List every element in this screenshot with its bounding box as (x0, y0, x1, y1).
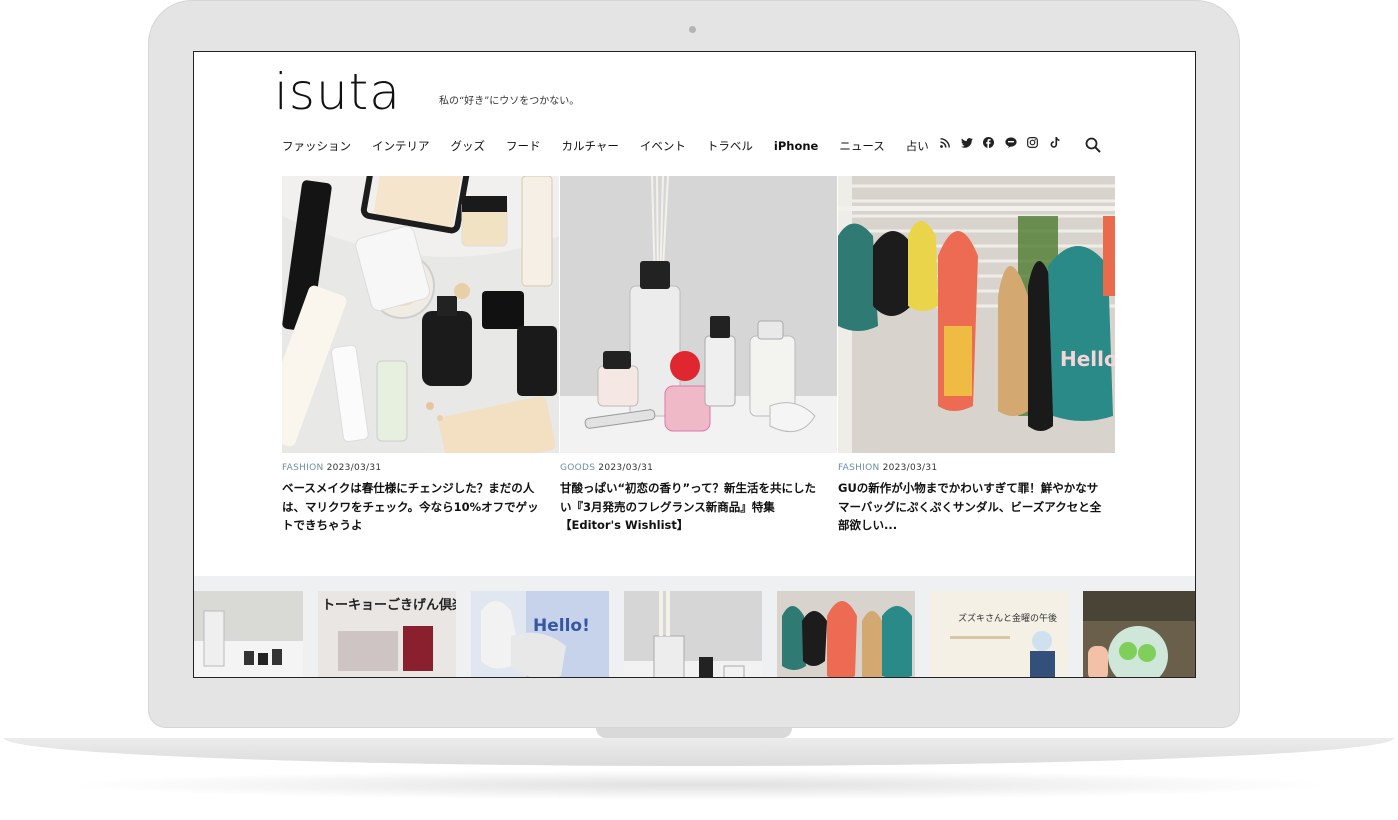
site-logo[interactable]: isuta (274, 66, 401, 118)
nav-item-fashion[interactable]: ファッション (282, 138, 351, 154)
rss-icon[interactable] (938, 136, 951, 149)
article-strip: トーキョーごきげん倶楽部 Hello! ズズキさんと金曜の午後 (194, 576, 1195, 677)
strip-thumb-text: トーキョーごきげん倶楽部 (322, 597, 456, 613)
article-date: 2023/03/31 (326, 463, 382, 473)
site-tagline: 私の“好き”にウソをつかない。 (439, 96, 580, 107)
nav-item-news[interactable]: ニュース (839, 138, 884, 154)
strip-thumbnail[interactable]: トーキョーごきげん倶楽部 (318, 591, 456, 677)
article-title[interactable]: 甘酸っぱい“初恋の香り”って？新生活を共にしたい『3月発売のフレグランス新商品』… (560, 479, 838, 535)
svg-text:Hello!: Hello! (1060, 347, 1115, 371)
strip-thumbnail[interactable]: Hello! (471, 591, 609, 677)
nav-item-iphone[interactable]: iPhone (774, 139, 818, 153)
article-category[interactable]: FASHION (838, 463, 880, 473)
nav-item-goods[interactable]: グッズ (451, 138, 486, 154)
main-nav: ファッション インテリア グッズ フード カルチャー イベント トラベル iPh… (282, 138, 950, 154)
article-date: 2023/03/31 (598, 463, 654, 473)
camera-dot (689, 26, 696, 33)
article-card[interactable]: FASHION 2023/03/31 ベースメイクは春仕様にチェンジした？まだの人… (282, 176, 560, 535)
article-card[interactable]: GOODS 2023/03/31 甘酸っぱい“初恋の香り”って？新生活を共にしたい… (560, 176, 838, 535)
article-meta: FASHION 2023/03/31 (282, 463, 560, 473)
social-links (938, 136, 1061, 149)
facebook-icon[interactable] (982, 136, 995, 149)
laptop-notch (596, 728, 792, 738)
article-thumbnail-cosmetics[interactable] (282, 176, 560, 453)
article-title[interactable]: GUの新作が小物までかわいすぎて罪！鮮やかなサマーバッグにぷくぷくサンダル、ビー… (838, 479, 1116, 535)
search-icon (1085, 137, 1101, 153)
tiktok-icon[interactable] (1048, 136, 1061, 149)
search-button[interactable] (1085, 137, 1101, 157)
browser-screen: isuta 私の“好き”にウソをつかない。 ファッション インテリア グッズ フ… (193, 51, 1196, 678)
twitter-icon[interactable] (960, 136, 973, 149)
laptop-shadow (60, 770, 1338, 800)
nav-item-culture[interactable]: カルチャー (562, 138, 619, 154)
laptop-base (4, 738, 1394, 766)
nav-item-travel[interactable]: トラベル (707, 138, 753, 154)
article-thumbnail-fragrance[interactable] (560, 176, 838, 453)
strip-thumbnail[interactable] (777, 591, 915, 677)
article-card[interactable]: Hello! FASHION2023/03/31 GUの新作が小物までかわいすぎ… (838, 176, 1116, 535)
strip-thumb-text: ズズキさんと金曜の午後 (958, 612, 1057, 624)
strip-thumb-text: Hello! (533, 616, 590, 636)
nav-item-event[interactable]: イベント (640, 138, 686, 154)
instagram-icon[interactable] (1026, 136, 1039, 149)
strip-thumbnail[interactable] (624, 591, 762, 677)
article-category[interactable]: FASHION (282, 463, 324, 473)
line-icon[interactable] (1004, 136, 1017, 149)
strip-thumbnail[interactable] (1083, 591, 1195, 677)
article-date: 2023/03/31 (882, 463, 938, 473)
article-thumbnail-bags[interactable]: Hello! (838, 176, 1116, 453)
article-category[interactable]: GOODS (560, 463, 595, 473)
article-title[interactable]: ベースメイクは春仕様にチェンジした？まだの人は、マリクワをチェック。今なら10%… (282, 479, 560, 535)
strip-thumbnail[interactable]: ズズキさんと金曜の午後 (930, 591, 1068, 677)
article-meta: GOODS 2023/03/31 (560, 463, 838, 473)
nav-item-interior[interactable]: インテリア (372, 138, 430, 154)
strip-thumbnail[interactable] (194, 591, 303, 677)
nav-item-food[interactable]: フード (506, 138, 541, 154)
article-meta: FASHION 2023/03/31 (838, 463, 1116, 473)
featured-articles: FASHION 2023/03/31 ベースメイクは春仕様にチェンジした？まだの人… (282, 176, 1116, 535)
nav-item-fortune[interactable]: 占い (906, 138, 929, 154)
